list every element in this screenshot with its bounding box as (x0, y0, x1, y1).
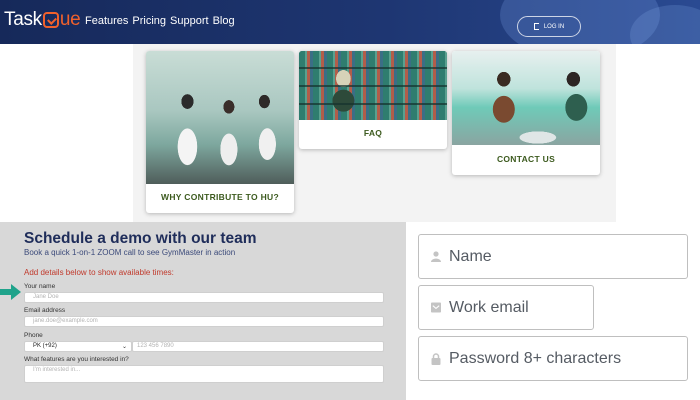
card-why-contribute[interactable]: WHY CONTRIBUTE TO HU? (146, 51, 294, 213)
chevron-down-icon: ⌄ (121, 344, 127, 350)
lab-photo (146, 51, 294, 184)
library-photo (299, 51, 447, 120)
signup-email-input[interactable]: Work email (418, 285, 594, 330)
nav-link-support[interactable]: Support (170, 15, 209, 27)
nav-link-pricing[interactable]: Pricing (132, 15, 166, 27)
card-label: CONTACT US (496, 154, 556, 164)
login-button[interactable]: LOG IN (517, 16, 581, 37)
login-label: LOG IN (543, 23, 565, 30)
card-faq[interactable]: FAQ (299, 51, 447, 149)
check-logo-icon (42, 12, 59, 28)
arrow-right-icon (0, 284, 21, 300)
card-contact-us[interactable]: CONTACT US (452, 51, 600, 175)
demo-features-textarea[interactable]: I'm interested in... (24, 365, 384, 383)
email-label: Email address (24, 307, 66, 314)
features-label: What features are you interested in? (24, 356, 129, 363)
envelope-icon (431, 302, 441, 313)
demo-title: Schedule a demo with our team (24, 230, 257, 247)
demo-email-input[interactable]: jane.doe@example.com (24, 316, 384, 327)
brand-logo[interactable]: Task ue (4, 9, 81, 31)
main-nav: Features Pricing Support Blog (85, 15, 235, 27)
demo-schedule-panel: Schedule a demo with our team Book a qui… (0, 222, 406, 400)
nav-link-blog[interactable]: Blog (213, 15, 235, 27)
card-label: WHY CONTRIBUTE TO HU? (161, 192, 279, 202)
nav-link-features[interactable]: Features (85, 15, 128, 27)
top-navigation-bar: Task ue Features Pricing Support Blog LOG… (0, 0, 700, 44)
name-label: Your name (24, 283, 56, 290)
signup-name-input[interactable]: Name (418, 234, 688, 279)
card-label: FAQ (363, 128, 383, 138)
lock-icon (431, 352, 441, 365)
demo-phone-input[interactable]: 123 456 7890 (132, 341, 384, 352)
door-icon (533, 23, 539, 30)
demo-instruction: Add details below to show available time… (24, 268, 174, 277)
phone-label: Phone (24, 332, 43, 339)
study-photo (452, 51, 600, 145)
person-icon (431, 251, 441, 262)
demo-subtitle: Book a quick 1-on-1 ZOOM call to see Gym… (24, 248, 236, 257)
demo-name-input[interactable]: Jane Doe (24, 292, 384, 303)
country-code-select[interactable]: PK (+92) ⌄ (24, 341, 132, 352)
signup-password-input[interactable]: Password 8+ characters (418, 336, 688, 381)
